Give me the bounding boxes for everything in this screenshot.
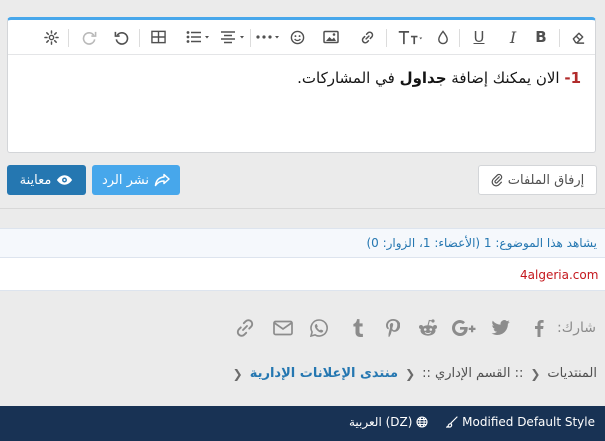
list-button[interactable] — [184, 25, 214, 49]
link-icon — [235, 318, 255, 338]
eye-icon — [56, 174, 73, 186]
share-facebook-button[interactable] — [527, 316, 551, 340]
editor-toolbar: B I U — [8, 20, 595, 55]
style-chooser-link[interactable]: Modified Default Style — [446, 415, 595, 429]
color-icon — [437, 29, 449, 45]
preview-button[interactable]: معاينة — [7, 165, 86, 195]
post-reply-label: نشر الرد — [101, 172, 150, 188]
breadcrumb: المنتديات ❮ :: القسم الإداري :: ❮ منتدى … — [233, 366, 597, 381]
share-whatsapp-button[interactable] — [307, 316, 331, 340]
share-twitter-button[interactable] — [489, 316, 513, 340]
breadcrumb-announcements-forum[interactable]: منتدى الإعلانات الإدارية — [250, 366, 398, 381]
share-link-button[interactable] — [233, 316, 257, 340]
sponsor-link[interactable]: 4algeria.com — [520, 268, 598, 282]
list-icon — [186, 30, 212, 44]
align-icon — [220, 30, 246, 44]
list-number: 1- — [564, 69, 581, 87]
smilie-icon — [290, 30, 305, 45]
tumblr-icon — [352, 319, 364, 337]
undo-icon — [114, 30, 129, 45]
share-google-plus-button[interactable] — [451, 316, 479, 340]
underline-button[interactable]: U — [467, 25, 491, 49]
post-reply-button[interactable]: نشر الرد — [92, 165, 180, 195]
editor-settings-button[interactable] — [40, 25, 62, 49]
paperclip-icon — [491, 173, 503, 187]
breadcrumb-admin-section[interactable]: :: القسم الإداري :: — [422, 366, 523, 381]
more-icon — [255, 30, 281, 44]
thread-viewers-bar: يشاهد هذا الموضوع: 1 (الأعضاء: 1، الزوار… — [0, 228, 605, 258]
underline-icon: U — [473, 28, 485, 46]
email-icon — [273, 320, 293, 336]
language-name: العربية (DZ) — [349, 415, 413, 429]
chevron-left-icon: ❮ — [232, 366, 243, 381]
viewers-text: يشاهد هذا الموضوع: 1 (الأعضاء: 1، الزوار… — [366, 236, 597, 250]
text-size-icon — [397, 30, 423, 45]
chevron-left-icon: ❮ — [405, 366, 416, 381]
google-plus-icon — [452, 320, 478, 336]
content-bold-word: جداول — [399, 69, 447, 87]
share-email-button[interactable] — [271, 316, 295, 340]
message-editor[interactable]: B I U 1- الان يمكنك إضافة جداول في المشا… — [7, 17, 596, 153]
breadcrumb-forums[interactable]: المنتديات — [547, 366, 597, 381]
style-name: Modified Default Style — [462, 415, 595, 429]
page-footer: Modified Default Style العربية (DZ) — [0, 406, 605, 441]
link-icon — [360, 30, 375, 45]
attach-files-button[interactable]: إرفاق الملفات — [478, 165, 597, 195]
italic-button[interactable]: I — [502, 25, 524, 49]
smilie-button[interactable] — [286, 25, 308, 49]
insert-image-button[interactable] — [320, 25, 342, 49]
more-options-button[interactable] — [253, 25, 283, 49]
content-text: الان يمكنك إضافة — [446, 69, 565, 87]
language-chooser-link[interactable]: العربية (DZ) — [349, 415, 428, 429]
bold-button[interactable]: B — [530, 25, 552, 49]
section-divider — [0, 208, 605, 209]
text-color-button[interactable] — [432, 25, 454, 49]
share-tumblr-button[interactable] — [346, 316, 370, 340]
preview-label: معاينة — [19, 172, 52, 188]
facebook-icon — [534, 319, 544, 337]
editor-content[interactable]: 1- الان يمكنك إضافة جداول في المشاركات. — [8, 55, 595, 152]
align-button[interactable] — [218, 25, 248, 49]
whatsapp-icon — [310, 319, 328, 337]
eraser-icon — [571, 30, 586, 45]
share-pinterest-button[interactable] — [381, 316, 405, 340]
table-icon — [150, 30, 166, 44]
share-label: شارك: — [556, 320, 596, 336]
reply-icon — [154, 173, 170, 187]
paintbrush-icon — [446, 416, 458, 428]
settings-icon — [43, 29, 59, 45]
redo-button[interactable] — [78, 25, 100, 49]
twitter-icon — [491, 320, 511, 336]
attach-files-label: إرفاق الملفات — [507, 172, 585, 188]
share-reddit-button[interactable] — [416, 316, 440, 340]
globe-icon — [416, 416, 428, 428]
text-size-button[interactable] — [393, 25, 427, 49]
content-text-end: في المشاركات. — [297, 69, 400, 87]
chevron-left-icon: ❮ — [530, 366, 541, 381]
image-icon — [323, 30, 339, 44]
pinterest-icon — [386, 319, 400, 337]
bold-icon: B — [535, 28, 547, 46]
redo-icon — [82, 30, 97, 45]
reddit-icon — [418, 319, 438, 337]
italic-icon: I — [509, 27, 517, 47]
undo-button[interactable] — [110, 25, 132, 49]
insert-link-button[interactable] — [356, 25, 378, 49]
sponsor-bar: 4algeria.com — [0, 258, 605, 291]
insert-table-button[interactable] — [147, 25, 169, 49]
remove-format-button[interactable] — [567, 25, 589, 49]
